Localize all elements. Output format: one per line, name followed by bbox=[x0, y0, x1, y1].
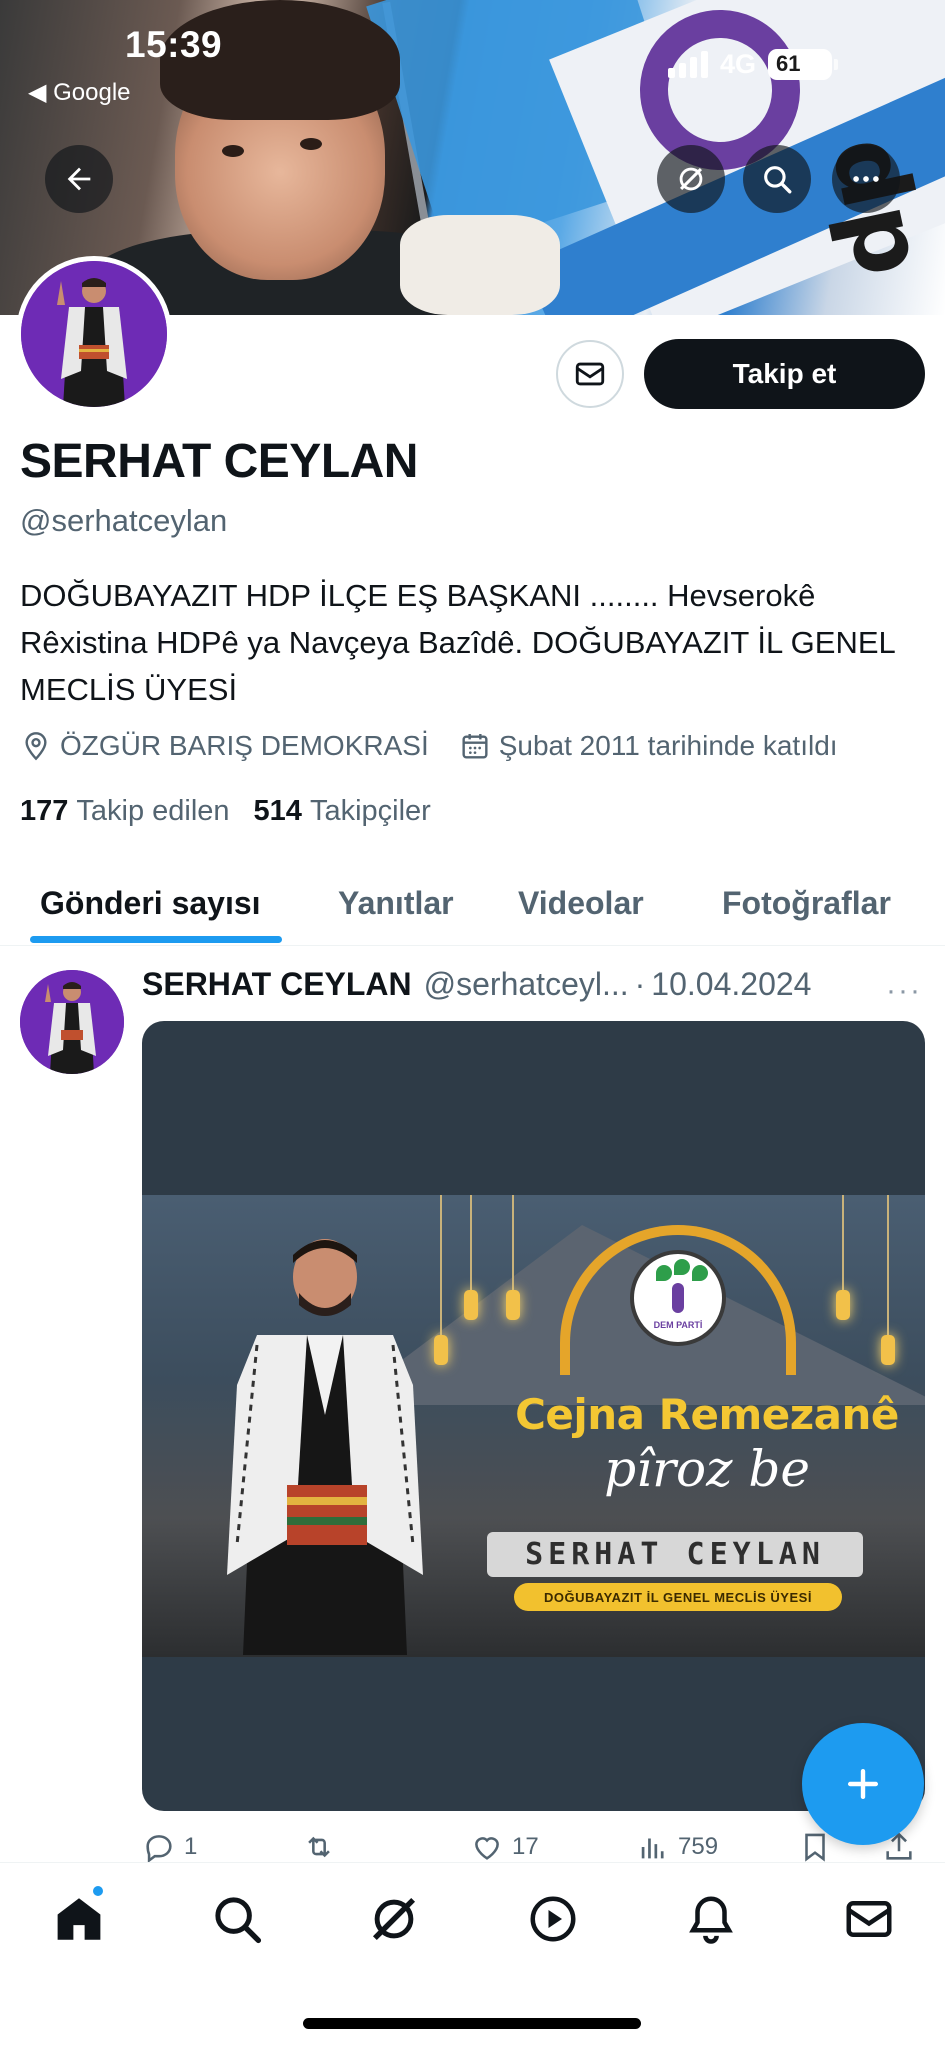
retweet-icon bbox=[308, 1836, 330, 1858]
tab-posts[interactable]: Gönderi sayısı bbox=[40, 860, 261, 946]
poster-image: DEM PARTİ Cejna Remezanê pîroz be SERHAT… bbox=[142, 1195, 925, 1657]
following-label: Takip edilen bbox=[76, 795, 230, 827]
tweet-author-handle[interactable]: @serhatceyl... bbox=[424, 966, 629, 1003]
message-button[interactable] bbox=[556, 340, 624, 408]
status-indicators: 4G 61 bbox=[668, 46, 839, 82]
poster-subtitle: pîroz be bbox=[604, 1440, 810, 1498]
tweet-separator: · bbox=[634, 966, 646, 1002]
follow-button[interactable]: Takip et bbox=[644, 339, 925, 409]
more-button[interactable] bbox=[832, 145, 900, 213]
home-icon[interactable] bbox=[52, 1892, 106, 1946]
home-indicator[interactable] bbox=[303, 2018, 641, 2029]
tweet-author-name[interactable]: SERHAT CEYLAN bbox=[142, 966, 412, 1003]
search-icon bbox=[764, 166, 792, 194]
back-to-app-link[interactable]: ◀ Google bbox=[28, 78, 131, 107]
tab-replies[interactable]: Yanıtlar bbox=[338, 860, 454, 946]
compose-button[interactable] bbox=[802, 1723, 924, 1845]
view-count: 759 bbox=[678, 1833, 719, 1860]
tweet-avatar[interactable] bbox=[20, 970, 124, 1074]
mail-icon bbox=[575, 362, 605, 386]
poster-title: Cejna Remezanê bbox=[515, 1390, 899, 1439]
join-date: Şubat 2011 tarihinde katıldı bbox=[459, 730, 838, 762]
location: ÖZGÜR BARIŞ DEMOKRASİ bbox=[20, 730, 429, 762]
battery-level: 61 bbox=[776, 51, 801, 76]
views-chart-icon bbox=[641, 1838, 664, 1859]
profile-bio: DOĞUBAYAZIT HDP İLÇE EŞ BAŞKANI ........… bbox=[20, 578, 895, 707]
bookmark-icon bbox=[805, 1833, 825, 1862]
views-button[interactable]: 759 bbox=[636, 1830, 718, 1864]
avatar-image bbox=[21, 261, 167, 407]
display-name: SERHAT CEYLAN bbox=[20, 435, 418, 488]
bookmark-button[interactable] bbox=[798, 1830, 832, 1864]
followers-count: 514 bbox=[253, 795, 302, 827]
grok-button[interactable] bbox=[657, 145, 725, 213]
active-tab-indicator bbox=[30, 936, 282, 943]
bell-icon[interactable] bbox=[684, 1892, 738, 1946]
profile-avatar[interactable] bbox=[16, 256, 172, 412]
poster-person bbox=[227, 1239, 423, 1655]
more-icon bbox=[853, 176, 879, 182]
grok-icon[interactable] bbox=[367, 1892, 421, 1946]
reply-count: 1 bbox=[184, 1833, 198, 1860]
profile-tabs: Gönderi sayısı Yanıtlar Videolar Fotoğra… bbox=[0, 860, 945, 946]
grok-icon bbox=[679, 167, 703, 191]
tweet-header: SERHAT CEYLAN @serhatceyl... · 10.04.202… bbox=[142, 966, 872, 1003]
tab-videos[interactable]: Videolar bbox=[518, 860, 644, 946]
reply-button[interactable]: 1 bbox=[142, 1830, 197, 1864]
following-link[interactable]: 177 Takip edilen bbox=[20, 795, 230, 828]
battery-icon: 61 bbox=[768, 48, 839, 80]
tab-photos[interactable]: Fotoğraflar bbox=[722, 860, 891, 946]
followers-label: Takipçiler bbox=[309, 795, 431, 827]
followers-link[interactable]: 514 Takipçiler bbox=[254, 795, 431, 828]
profile-handle: @serhatceylan bbox=[20, 503, 228, 538]
poster-role-badge: DOĞUBAYAZIT İL GENEL MECLİS ÜYESİ bbox=[514, 1583, 842, 1611]
tweet-date[interactable]: 10.04.2024 bbox=[651, 966, 811, 1003]
play-icon[interactable] bbox=[526, 1892, 580, 1946]
retweet-button[interactable] bbox=[302, 1830, 344, 1864]
search-button[interactable] bbox=[743, 145, 811, 213]
logo-text: DEM PARTİ bbox=[653, 1320, 703, 1330]
back-arrow-icon bbox=[67, 167, 91, 191]
profile-meta: ÖZGÜR BARIŞ DEMOKRASİ Şubat 2011 tarihin… bbox=[20, 730, 868, 762]
avatar-image bbox=[20, 970, 124, 1074]
home-notification-dot bbox=[91, 1884, 105, 1898]
signal-icon bbox=[668, 50, 708, 78]
calendar-icon bbox=[462, 734, 488, 759]
network-type: 4G bbox=[720, 48, 757, 79]
following-count: 177 bbox=[20, 795, 69, 827]
join-date-text: Şubat 2011 tarihinde katıldı bbox=[498, 730, 838, 761]
tweet-more-icon[interactable]: ··· bbox=[886, 974, 922, 1008]
back-button[interactable] bbox=[45, 145, 113, 213]
heart-icon bbox=[475, 1837, 499, 1860]
location-pin-icon bbox=[25, 732, 47, 761]
follow-stats: 177 Takip edilen 514 Takipçiler bbox=[20, 795, 431, 828]
search-icon[interactable] bbox=[210, 1892, 264, 1946]
mail-icon[interactable] bbox=[842, 1892, 896, 1946]
like-button[interactable]: 17 bbox=[470, 1830, 539, 1864]
plus-icon bbox=[847, 1768, 879, 1800]
tweet-media[interactable]: DEM PARTİ Cejna Remezanê pîroz be SERHAT… bbox=[142, 1021, 925, 1811]
like-count: 17 bbox=[512, 1833, 539, 1860]
status-time: 15:39 bbox=[125, 24, 223, 65]
reply-icon bbox=[146, 1835, 172, 1864]
location-text: ÖZGÜR BARIŞ DEMOKRASİ bbox=[60, 730, 429, 761]
poster-name-plate: SERHAT CEYLAN bbox=[487, 1532, 863, 1577]
